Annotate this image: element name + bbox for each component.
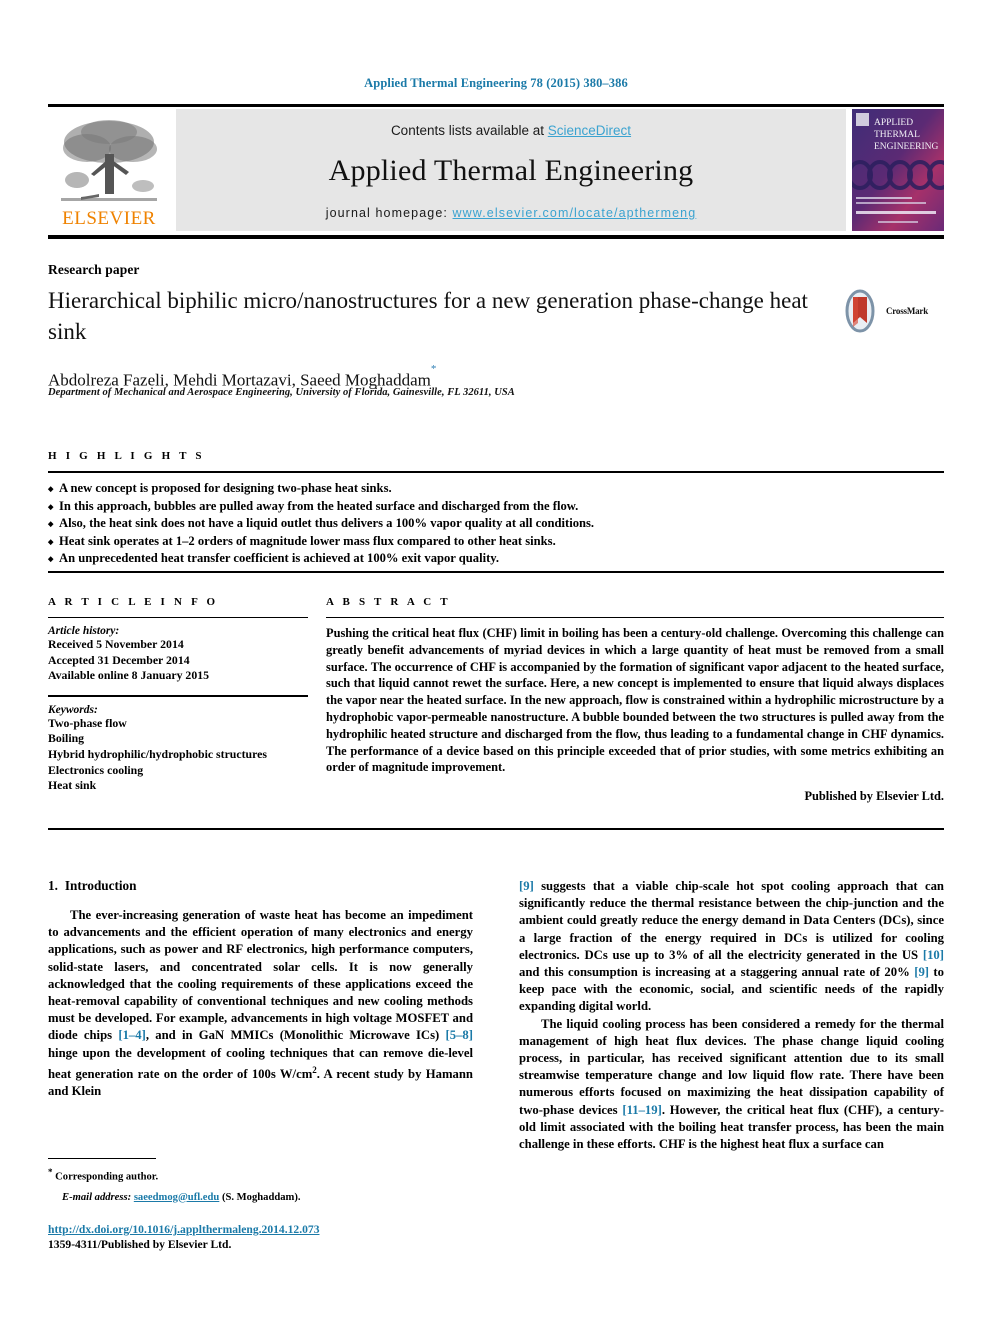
journal-banner: Contents lists available at ScienceDirec… [176, 109, 846, 231]
abstract-bottom-rule [48, 828, 944, 830]
citation-ref[interactable]: [9] [519, 879, 534, 893]
masthead-top-rule [48, 104, 944, 107]
paragraph-intro-left: The ever-increasing generation of waste … [48, 907, 473, 1100]
section-heading-introduction: 1. Introduction [48, 878, 473, 894]
section-title: Introduction [64, 878, 137, 893]
highlights-heading: H I G H L I G H T S [48, 450, 205, 462]
keyword-item: Heat sink [48, 778, 97, 793]
crossmark-icon [845, 289, 875, 333]
email-suffix: (S. Moghaddam). [219, 1191, 301, 1203]
journal-title: Applied Thermal Engineering [328, 153, 694, 187]
article-history-received: Received 5 November 2014 [48, 637, 184, 651]
contents-prefix: Contents lists available at [390, 122, 548, 138]
email-note: E-mail address: saeedmog@ufl.edu (S. Mog… [48, 1191, 473, 1205]
body-columns: 1. Introduction The ever-increasing gener… [48, 878, 944, 1153]
elsevier-tree-icon [57, 116, 161, 208]
footnote-rule [48, 1158, 156, 1159]
section-number: 1. [48, 878, 58, 893]
abstract-section: A B S T R A C T Pushing the critical hea… [326, 596, 944, 804]
email-link[interactable]: saeedmog@ufl.edu [134, 1192, 220, 1203]
paragraph-intro-right-1: [9] suggests that a viable chip-scale ho… [519, 878, 944, 1016]
crossmark-label: CrossMark [886, 306, 929, 316]
article-history-title: Article history: [48, 625, 120, 637]
footer-doi-block: http://dx.doi.org/10.1016/j.applthermale… [48, 1222, 320, 1252]
homepage-prefix: journal homepage: [325, 205, 453, 220]
keyword-item: Two-phase flow [48, 715, 127, 730]
elsevier-logo: ELSEVIER [48, 109, 170, 231]
citation-ref[interactable]: [5–8] [446, 1028, 473, 1042]
article-type: Research paper [48, 262, 140, 277]
list-item: Heat sink operates at 1–2 orders of magn… [48, 533, 944, 551]
keyword-item: Boiling [48, 731, 85, 746]
body-column-right: [9] suggests that a viable chip-scale ho… [519, 878, 944, 1153]
citation-ref[interactable]: [10] [923, 948, 944, 962]
paper-page: Applied Thermal Engineering 78 (2015) 38… [0, 0, 992, 1323]
footnote-block: * Corresponding author. E-mail address: … [48, 1158, 473, 1205]
corresponding-author-text: Corresponding author. [52, 1171, 159, 1183]
abstract-heading: A B S T R A C T [326, 596, 451, 608]
corresponding-author-marker: * [430, 363, 437, 375]
keywords-title: Keywords: [48, 703, 98, 716]
highlights-list: A new concept is proposed for designing … [48, 480, 944, 568]
keyword-item: Hybrid hydrophilic/hydrophobic structure… [48, 746, 267, 761]
article-history-accepted: Accepted 31 December 2014 [48, 652, 190, 667]
article-info-heading: A R T I C L E I N F O [48, 596, 219, 608]
svg-text:APPLIED: APPLIED [874, 118, 913, 128]
list-item: A new concept is proposed for designing … [48, 480, 944, 498]
paragraph-text-b: and this consumption is increasing at a … [519, 965, 915, 980]
journal-homepage-link[interactable]: www.elsevier.com/locate/apthermeng [453, 206, 697, 220]
running-head: Applied Thermal Engineering 78 (2015) 38… [364, 76, 628, 90]
paragraph-text-b: , and in GaN MMICs (Monolithic Microwave… [145, 1028, 446, 1043]
journal-cover-art: APPLIED THERMAL ENGINEERING [852, 109, 944, 231]
issn-line: 1359-4311/Published by Elsevier Ltd. [48, 1238, 232, 1251]
journal-masthead: ELSEVIER Contents lists available at Sci… [48, 104, 944, 239]
journal-homepage-line: journal homepage: www.elsevier.com/locat… [326, 206, 697, 220]
contents-line: Contents lists available at ScienceDirec… [391, 123, 631, 138]
citation-ref[interactable]: [9] [914, 965, 929, 979]
list-item: Also, the heat sink does not have a liqu… [48, 515, 944, 533]
crossmark-badge[interactable]: CrossMark [838, 288, 942, 334]
paragraph-text-a: suggests that a viable chip-scale hot sp… [519, 879, 944, 962]
affiliation: Department of Mechanical and Aerospace E… [48, 387, 515, 398]
corresponding-author-note: * Corresponding author. [48, 1165, 473, 1185]
abstract-rule [326, 617, 944, 618]
article-info-section: A R T I C L E I N F O Article history: R… [48, 596, 308, 794]
abstract-text: Pushing the critical heat flux (CHF) lim… [326, 626, 944, 775]
list-item: In this approach, bubbles are pulled awa… [48, 498, 944, 516]
svg-text:THERMAL: THERMAL [874, 130, 920, 140]
page-title: Hierarchical biphilic micro/nanostructur… [48, 288, 808, 344]
list-item: An unprecedented heat transfer coefficie… [48, 550, 944, 568]
article-info-rule [48, 617, 308, 618]
article-history-online: Available online 8 January 2015 [48, 668, 210, 683]
masthead-bottom-rule [48, 235, 944, 239]
journal-cover-thumbnail[interactable]: APPLIED THERMAL ENGINEERING [852, 109, 944, 231]
sciencedirect-link[interactable]: ScienceDirect [548, 123, 631, 138]
keywords-rule [48, 694, 308, 697]
body-column-left: 1. Introduction The ever-increasing gener… [48, 878, 473, 1153]
highlights-section: H I G H L I G H T S A new concept is pro… [48, 450, 944, 568]
highlights-rule [48, 471, 944, 473]
keyword-item: Electronics cooling [48, 762, 144, 777]
citation-ref[interactable]: [1–4] [118, 1028, 145, 1042]
doi-link[interactable]: http://dx.doi.org/10.1016/j.applthermale… [48, 1222, 320, 1237]
paragraph-text-a: The ever-increasing generation of waste … [48, 908, 473, 1043]
highlights-bottom-rule [48, 571, 944, 573]
citation-ref[interactable]: [11–19] [622, 1103, 661, 1117]
paragraph-text-a: The liquid cooling process has been cons… [519, 1016, 944, 1117]
svg-text:ENGINEERING: ENGINEERING [874, 142, 939, 152]
elsevier-wordmark: ELSEVIER [62, 208, 156, 229]
email-label: E-mail address: [62, 1191, 132, 1203]
abstract-publisher-line: Published by Elsevier Ltd. [804, 788, 944, 803]
paragraph-intro-right-2: The liquid cooling process has been cons… [519, 1016, 944, 1154]
